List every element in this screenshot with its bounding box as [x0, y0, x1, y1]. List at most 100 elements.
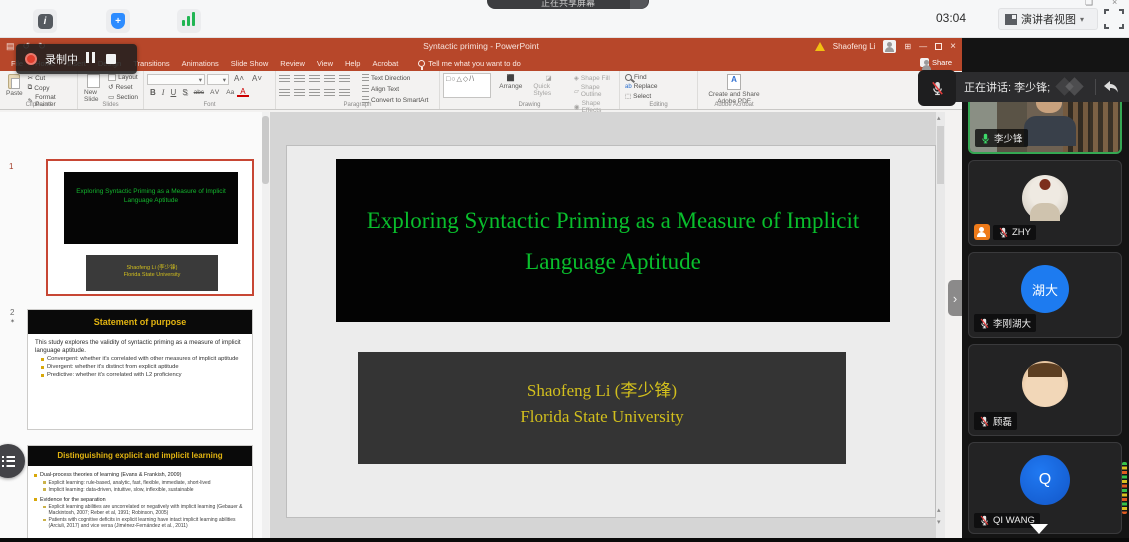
warning-icon[interactable]: [815, 42, 825, 51]
tab-acrobat[interactable]: Acrobat: [366, 59, 404, 68]
network-signal-button[interactable]: [177, 9, 201, 33]
section-icon: ▭: [108, 93, 114, 101]
font-color-button[interactable]: A: [237, 88, 248, 97]
arrange-button[interactable]: ⬛Arrange: [496, 73, 525, 91]
panel-scrollbar-thumb[interactable]: [262, 116, 269, 184]
select-button[interactable]: ⬚Select: [623, 91, 694, 101]
quick-styles-button[interactable]: ◪Quick Styles: [530, 73, 567, 98]
slide-subtitle-box[interactable]: Shaofeng Li (李少锋) Florida State Universi…: [358, 352, 846, 464]
thumb3-bullet-l1: Dual-process theories of learning (Evans…: [34, 472, 246, 479]
tab-animations[interactable]: Animations: [176, 59, 225, 68]
participant-tile-ligang[interactable]: 湖大 李刚湖大: [968, 252, 1122, 338]
scroll-up-icon[interactable]: ▴: [937, 114, 941, 122]
slide-thumbnail-1[interactable]: Exploring Syntactic Priming as a Measure…: [46, 159, 254, 296]
copy-label: Copy: [34, 85, 49, 92]
tab-view[interactable]: View: [311, 59, 339, 68]
slide-canvas[interactable]: Exploring Syntactic Priming as a Measure…: [287, 146, 935, 517]
meeting-protection-button[interactable]: +: [106, 9, 130, 33]
screen-share-banner-text: 正在共享屏幕: [541, 0, 595, 8]
sidebar-collapse-handle[interactable]: ›: [948, 280, 962, 316]
replace-button[interactable]: abReplace: [623, 82, 694, 91]
layout-button[interactable]: Layout: [106, 73, 140, 82]
participant-tile-qiwang[interactable]: Q QI WANG: [968, 442, 1122, 534]
tell-me-box[interactable]: Tell me what you want to do: [418, 59, 521, 68]
fullscreen-button[interactable]: [1104, 9, 1124, 29]
new-slide-button[interactable]: New Slide: [81, 73, 106, 104]
justify-button[interactable]: [324, 89, 335, 98]
recording-overlay: 录制中: [16, 44, 137, 74]
scroll-more-participants-icon[interactable]: [1030, 524, 1048, 534]
ribbon-display-options-icon[interactable]: ⊞: [904, 42, 911, 51]
line-spacing-button[interactable]: [339, 75, 350, 84]
thumb3-bullet-l1: Evidence for the separation: [34, 497, 246, 504]
bullets-button[interactable]: [279, 75, 290, 84]
window-close-icon[interactable]: ×: [1112, 0, 1117, 7]
font-name-combobox[interactable]: ▾: [147, 74, 205, 85]
mic-muted-icon: [979, 416, 990, 427]
share-button[interactable]: Share: [920, 58, 952, 67]
character-spacing-button[interactable]: AV: [207, 89, 223, 96]
restore-button[interactable]: [935, 43, 942, 50]
section-button[interactable]: ▭Section: [106, 92, 140, 102]
return-arrow-icon[interactable]: [1103, 80, 1119, 94]
account-name[interactable]: Shaofeng Li: [833, 42, 876, 51]
italic-button[interactable]: I: [159, 88, 168, 97]
text-shadow-button[interactable]: S: [179, 88, 190, 97]
list-icon: [2, 456, 15, 458]
group-font: ▾ ▾ A˄ A˅ B I U S abc AV Aa A Font: [144, 71, 276, 109]
align-text-button[interactable]: Align Text: [360, 84, 430, 95]
align-left-button[interactable]: [279, 89, 290, 98]
account-avatar[interactable]: [883, 40, 896, 53]
copy-button[interactable]: ⧉Copy: [26, 83, 74, 93]
underline-button[interactable]: U: [167, 88, 179, 97]
mute-toggle-button[interactable]: [918, 70, 956, 106]
columns-button[interactable]: [339, 89, 350, 98]
avatar-text: Q: [1039, 471, 1051, 489]
minimize-button[interactable]: —: [919, 42, 927, 51]
decrease-indent-button[interactable]: [309, 75, 320, 84]
change-case-button[interactable]: Aa: [223, 89, 237, 96]
numbering-button[interactable]: [294, 75, 305, 84]
thumb2-body: This study explores the validity of synt…: [35, 339, 245, 355]
shrink-font-button[interactable]: A˅: [249, 74, 265, 85]
reset-button[interactable]: ↺Reset: [106, 82, 140, 92]
caret-icon: ▾: [223, 76, 226, 84]
slide-title-box[interactable]: Exploring Syntactic Priming as a Measure…: [336, 159, 890, 322]
previous-slide-button[interactable]: ▴: [937, 506, 941, 514]
find-button[interactable]: Find: [623, 73, 694, 82]
grow-font-button[interactable]: A˄: [231, 74, 247, 85]
cut-button[interactable]: ✂Cut: [26, 73, 74, 83]
bold-button[interactable]: B: [147, 88, 159, 97]
meeting-info-button[interactable]: i: [33, 9, 57, 33]
tab-review[interactable]: Review: [274, 59, 311, 68]
caret-icon: ▾: [199, 76, 202, 84]
close-button[interactable]: ×: [950, 41, 956, 52]
thumb2-title: Statement of purpose: [28, 310, 252, 334]
strikethrough-button[interactable]: abc: [191, 89, 207, 96]
shape-fill-button[interactable]: ◈Shape Fill: [572, 73, 616, 83]
next-slide-button[interactable]: ▾: [937, 518, 941, 526]
align-center-button[interactable]: [294, 89, 305, 98]
align-right-button[interactable]: [309, 89, 320, 98]
shape-outline-button[interactable]: ▱Shape Outline: [572, 83, 616, 99]
slide-author-text: Shaofeng Li (李少锋): [358, 378, 846, 404]
increase-indent-button[interactable]: [324, 75, 335, 84]
screen-share-banner[interactable]: 正在共享屏幕: [487, 0, 649, 9]
slide-thumbnail-3[interactable]: Distinguishing explicit and implicit lea…: [27, 445, 253, 538]
participant-tile-zhy[interactable]: ZHY: [968, 160, 1122, 246]
pause-recording-button[interactable]: [86, 50, 98, 68]
editor-scrollbar-thumb[interactable]: [937, 126, 944, 184]
text-direction-button[interactable]: Text Direction: [360, 73, 430, 84]
window-restore-icon[interactable]: ❏: [1085, 0, 1093, 8]
record-icon[interactable]: [25, 53, 37, 65]
participant-tile-gulei[interactable]: 顾磊: [968, 344, 1122, 436]
slide-thumbnail-2[interactable]: Statement of purpose This study explores…: [27, 309, 253, 430]
screen: i + 03:04 演讲者视图 ▾ ❏ × 正在共享屏幕 ▤ ↺ ↻: [0, 0, 1129, 542]
font-size-combobox[interactable]: ▾: [207, 74, 229, 85]
speaker-view-button[interactable]: 演讲者视图 ▾: [998, 8, 1098, 30]
shapes-gallery[interactable]: □○△◇/\: [443, 73, 491, 98]
stop-recording-button[interactable]: [106, 54, 116, 64]
tab-slide-show[interactable]: Slide Show: [225, 59, 275, 68]
person-icon: [920, 58, 929, 67]
tab-help[interactable]: Help: [339, 59, 366, 68]
